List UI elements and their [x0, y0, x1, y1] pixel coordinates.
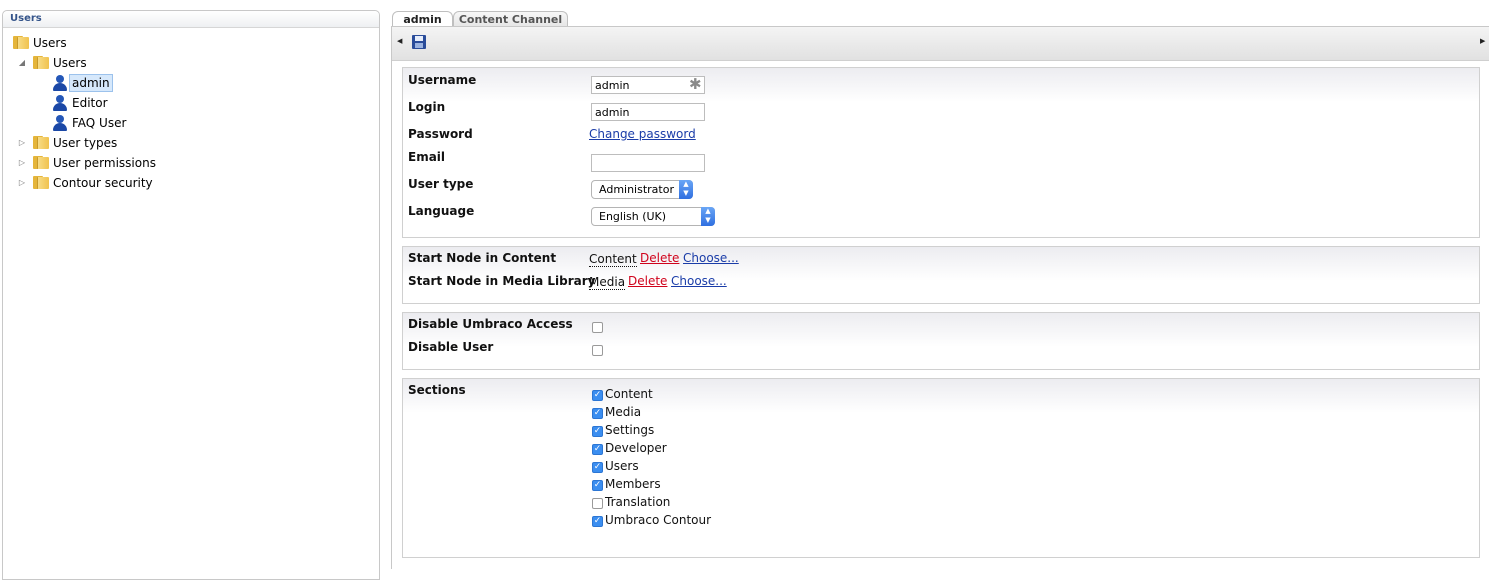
start-node-content-label: Start Node in Content: [408, 251, 557, 265]
section-checkbox[interactable]: ✓: [592, 462, 603, 473]
disable-user-checkbox[interactable]: [592, 345, 603, 356]
user-icon: [53, 95, 67, 111]
disable-umbraco-access-checkbox[interactable]: [592, 322, 603, 333]
expand-arrow-icon[interactable]: ▷: [17, 173, 27, 193]
save-icon[interactable]: [412, 35, 426, 49]
tree-node-label: User permissions: [53, 156, 156, 170]
sections-group: Sections ✓ Content ✓ Media ✓ Settings ✓ Develop…: [402, 378, 1480, 558]
language-select[interactable]: English (UK) ▲ ▼: [591, 207, 715, 226]
scroll-right-icon[interactable]: ▶: [1480, 37, 1485, 45]
login-input[interactable]: [591, 103, 705, 121]
folder-icon: [33, 156, 49, 169]
expand-arrow-icon[interactable]: ▷: [17, 133, 27, 153]
required-asterisk-icon: ✱: [689, 75, 702, 93]
user-icon: [53, 115, 67, 131]
email-input[interactable]: [591, 154, 705, 172]
disable-user-label: Disable User: [408, 340, 494, 354]
sections-label: Sections: [408, 383, 466, 397]
collapse-arrow-icon[interactable]: ◢: [17, 53, 27, 73]
account-properties-group: Username ✱ Login Password Change passwor…: [402, 67, 1480, 238]
language-label: Language: [408, 204, 475, 218]
change-password-link[interactable]: Change password: [589, 127, 696, 141]
section-checkbox[interactable]: ✓: [592, 390, 603, 401]
folder-icon: [33, 56, 49, 69]
tree-node-label: admin: [69, 74, 113, 92]
section-checkbox[interactable]: [592, 498, 603, 509]
user-type-label: User type: [408, 177, 474, 191]
tree-node-label: FAQ User: [72, 116, 127, 130]
access-group: Disable Umbraco Access Disable User: [402, 312, 1480, 370]
username-label: Username: [408, 73, 477, 87]
choose-media-start-node-link[interactable]: Choose...: [671, 274, 727, 288]
section-checkbox-label: Users: [605, 459, 639, 473]
section-checkbox[interactable]: ✓: [592, 480, 603, 491]
users-tree-panel: Users Users ◢ Users admin Editor FAQ Use…: [2, 10, 380, 580]
expand-arrow-icon[interactable]: ▷: [17, 153, 27, 173]
folder-icon: [13, 36, 29, 49]
tree-node-label: User types: [53, 136, 118, 150]
tab-content-channel[interactable]: Content Channel: [453, 11, 568, 27]
user-editor: ◀ ▶ Username ✱ Login Password Change pas…: [391, 26, 1489, 569]
tree-panel-header: Users: [3, 11, 379, 28]
delete-content-start-node-link[interactable]: Delete: [640, 251, 679, 265]
start-node-media-label: Start Node in Media Library: [408, 274, 596, 288]
section-checkbox[interactable]: ✓: [592, 516, 603, 527]
section-checkbox-label: Content: [605, 387, 653, 401]
email-label: Email: [408, 150, 446, 164]
language-selected-value: English (UK): [599, 210, 667, 223]
username-input[interactable]: [591, 76, 705, 94]
login-label: Login: [408, 100, 446, 114]
section-checkbox[interactable]: ✓: [592, 408, 603, 419]
section-checkbox-label: Translation: [605, 495, 671, 509]
select-arrows-icon: ▲ ▼: [701, 207, 715, 226]
delete-media-start-node-link[interactable]: Delete: [628, 274, 667, 288]
folder-icon: [33, 176, 49, 189]
tree-node-label: Editor: [72, 96, 108, 110]
tree-node-label: Users: [33, 36, 67, 50]
tree-node-label: Contour security: [53, 176, 153, 190]
folder-icon: [33, 136, 49, 149]
select-arrows-icon: ▲ ▼: [679, 180, 693, 199]
user-type-select[interactable]: Administrator ▲ ▼: [591, 180, 693, 199]
section-checkbox-label: Members: [605, 477, 661, 491]
section-checkbox[interactable]: ✓: [592, 444, 603, 455]
section-checkbox-label: Settings: [605, 423, 655, 437]
start-nodes-group: Start Node in Content Content Delete Cho…: [402, 246, 1480, 304]
password-label: Password: [408, 127, 473, 141]
disable-umbraco-access-label: Disable Umbraco Access: [408, 317, 573, 331]
section-checkbox-label: Media: [605, 405, 642, 419]
start-node-media-value: Media: [589, 275, 626, 290]
section-checkbox[interactable]: ✓: [592, 426, 603, 437]
section-checkbox-label: Umbraco Contour: [605, 513, 712, 527]
start-node-content-value: Content: [589, 252, 637, 267]
user-icon: [53, 75, 67, 91]
scroll-left-icon[interactable]: ◀: [397, 37, 402, 45]
user-type-selected-value: Administrator: [599, 183, 674, 196]
section-checkbox-label: Developer: [605, 441, 667, 455]
tree-node-label: Users: [53, 56, 87, 70]
choose-content-start-node-link[interactable]: Choose...: [683, 251, 739, 265]
editor-toolbar: ◀ ▶: [392, 27, 1489, 61]
